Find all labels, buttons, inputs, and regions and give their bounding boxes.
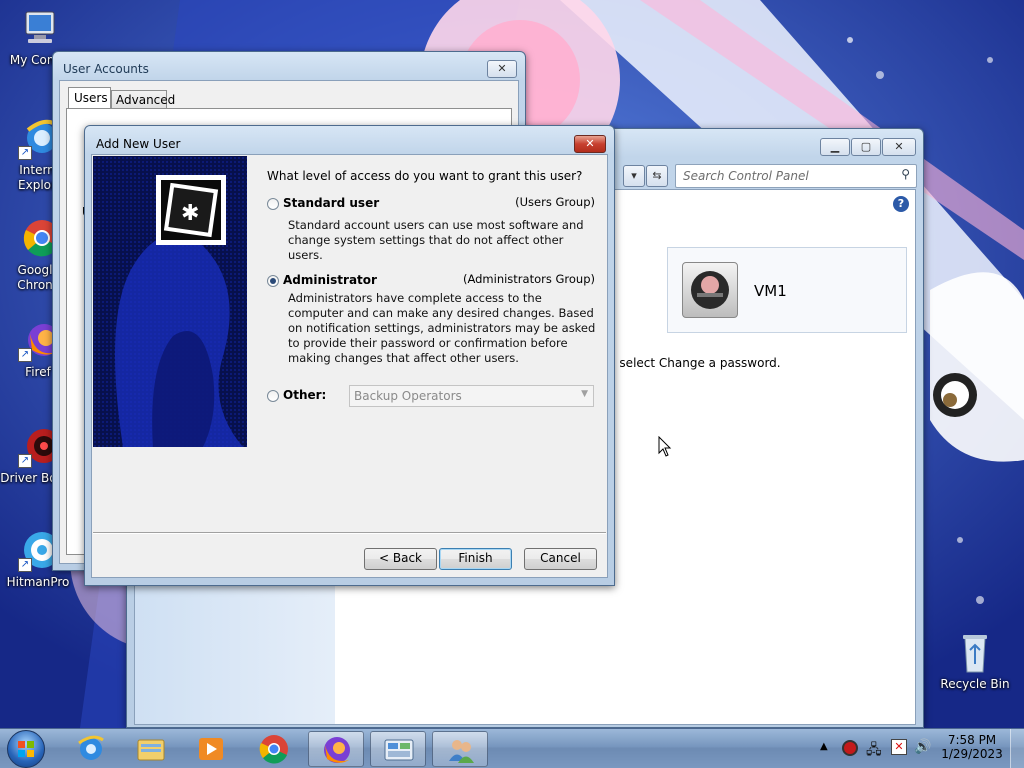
show-desktop-button[interactable] [1010, 729, 1024, 768]
window-title: User Accounts [63, 62, 149, 76]
clock[interactable]: 7:58 PM 1/29/2023 [940, 733, 1004, 761]
standard-user-radio[interactable] [267, 198, 279, 210]
svg-text:✱: ✱ [181, 201, 199, 226]
folder-icon [137, 739, 165, 761]
control-panel-icon [384, 739, 414, 761]
clock-time: 7:58 PM [947, 733, 997, 747]
mouse-cursor [658, 436, 672, 457]
search-placeholder: Search Control Panel [683, 169, 809, 183]
start-button[interactable] [7, 730, 45, 768]
other-radio[interactable] [267, 390, 279, 402]
user-account-name: VM1 [754, 282, 787, 300]
minimize-icon: ▁ [830, 140, 840, 153]
administrator-radio[interactable] [267, 275, 279, 287]
taskbar-user-accounts[interactable] [432, 731, 488, 767]
wizard-banner-image: ✱ [93, 156, 247, 447]
refresh-button[interactable]: ⇆ [646, 165, 668, 187]
internet-explorer-icon [78, 735, 104, 760]
desktop-icon-recycle-bin[interactable]: Recycle Bin [937, 630, 1013, 692]
show-hidden-icons-button[interactable]: ▲ [820, 741, 828, 752]
cancel-button[interactable]: Cancel [524, 548, 597, 570]
firefox-icon [324, 737, 350, 763]
refresh-icon: ⇆ [652, 169, 662, 182]
taskbar-explorer[interactable] [123, 731, 179, 767]
close-icon: ✕ [894, 140, 904, 153]
media-player-icon [199, 738, 223, 760]
taskbar-chrome[interactable] [246, 731, 302, 767]
chevron-down-icon: ▼ [581, 389, 588, 399]
taskbar-internet-explorer[interactable] [63, 731, 119, 767]
access-level-question: What level of access do you want to gran… [267, 169, 583, 183]
close-icon: ✕ [585, 137, 595, 150]
shortcut-arrow-icon: ↗ [18, 454, 32, 468]
taskbar: ▲ 🖧 ✕ 🔊 7:58 PM 1/29/2023 [0, 728, 1024, 768]
clock-date: 1/29/2023 [941, 747, 1003, 761]
maximize-icon: ▢ [860, 140, 872, 153]
administrator-label[interactable]: Administrator [283, 273, 377, 287]
shortcut-arrow-icon: ↗ [18, 348, 32, 362]
other-group-select[interactable]: Backup Operators ▼ [349, 385, 594, 407]
add-new-user-dialog: Add New User ✕ ✱ What level of access do… [84, 125, 615, 586]
finish-button[interactable]: Finish [439, 548, 512, 570]
desktop-icon-label: HitmanPro [6, 575, 70, 589]
desktop-icon-label: Firef [25, 365, 51, 379]
search-icon: ⚲ [901, 167, 910, 181]
tab-advanced[interactable]: Advanced [111, 90, 175, 109]
chevron-down-icon: ▾ [631, 169, 637, 182]
action-center-tray-icon[interactable]: ✕ [891, 739, 907, 755]
tab-users[interactable]: Users [68, 87, 111, 109]
back-button[interactable]: < Back [364, 548, 437, 570]
network-tray-icon[interactable]: 🖧 [866, 739, 882, 763]
minimize-button[interactable]: ▁ [820, 138, 850, 156]
volume-tray-icon[interactable]: 🔊 [914, 739, 931, 755]
recycle-bin-icon [953, 630, 997, 674]
close-button[interactable]: ✕ [882, 138, 916, 156]
help-icon[interactable]: ? [893, 196, 909, 212]
search-input[interactable]: Search Control Panel ⚲ [675, 164, 917, 188]
dialog-body: ✱ What level of access do you want to gr… [91, 154, 608, 578]
other-group-selected-value: Backup Operators [354, 389, 462, 403]
standard-user-description: Standard account users can use most soft… [288, 218, 584, 262]
close-button[interactable]: ✕ [487, 60, 517, 78]
shortcut-arrow-icon: ↗ [18, 146, 32, 160]
address-dropdown-button[interactable]: ▾ [623, 165, 645, 187]
tab-label: Advanced [116, 93, 176, 107]
security-tray-icon[interactable] [842, 740, 858, 756]
windows-logo-icon [18, 741, 34, 757]
chrome-icon [259, 735, 288, 764]
tab-label: Users [74, 91, 108, 105]
maximize-button[interactable]: ▢ [851, 138, 881, 156]
users-icon [449, 740, 474, 763]
standard-user-label[interactable]: Standard user [283, 196, 379, 210]
change-password-hint: d select Change a password. [608, 356, 781, 370]
taskbar-firefox[interactable] [308, 731, 364, 767]
administrator-group: (Administrators Group) [462, 272, 595, 286]
close-button[interactable]: ✕ [574, 135, 606, 153]
user-picture [682, 262, 738, 318]
shortcut-arrow-icon: ↗ [18, 558, 32, 572]
dialog-title: Add New User [96, 137, 181, 151]
other-label[interactable]: Other: [283, 388, 326, 402]
divider [93, 532, 606, 534]
standard-user-group: (Users Group) [515, 195, 595, 209]
computer-icon [16, 6, 60, 50]
close-icon: ✕ [497, 62, 507, 75]
taskbar-media-player[interactable] [183, 731, 239, 767]
desktop-icon-label: Recycle Bin [940, 677, 1010, 691]
administrator-description: Administrators have complete access to t… [288, 291, 596, 365]
taskbar-control-panel[interactable] [370, 731, 426, 767]
user-account-tile[interactable]: VM1 [667, 247, 907, 333]
